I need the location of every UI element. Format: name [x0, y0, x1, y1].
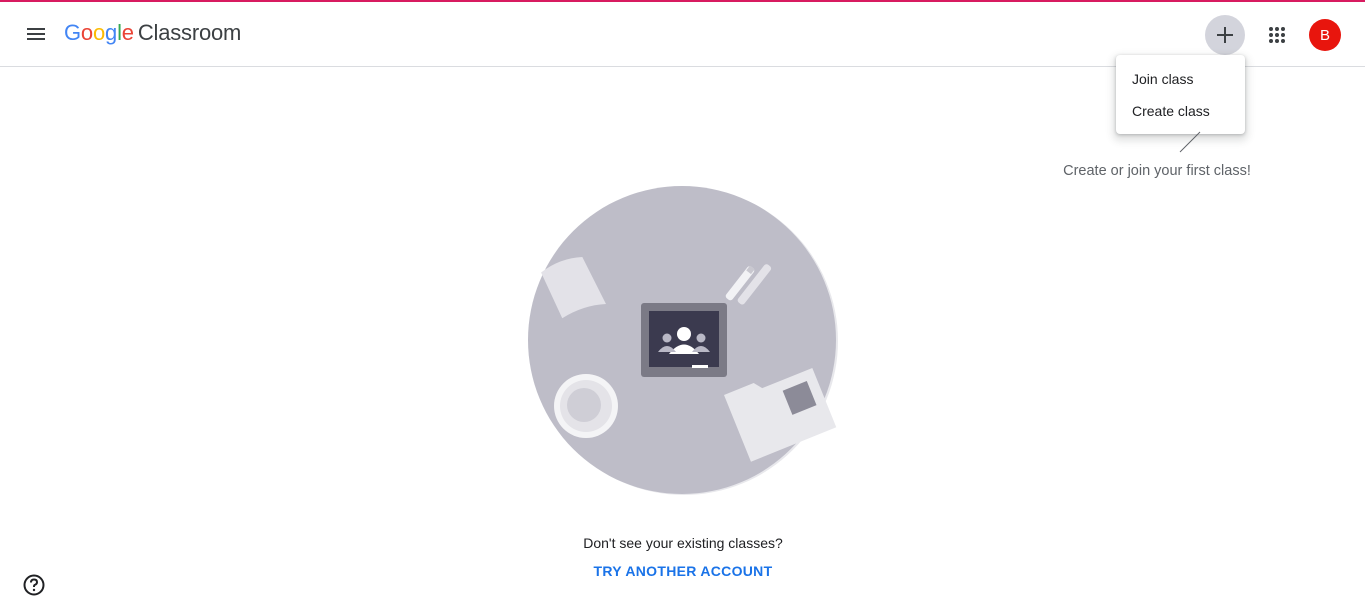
first-class-hint: Create or join your first class!: [1063, 163, 1251, 179]
create-or-join-button[interactable]: [1205, 15, 1245, 55]
logo-letter: o: [92, 20, 106, 45]
account-avatar[interactable]: B: [1309, 19, 1341, 51]
help-circle-icon: [23, 574, 45, 596]
menu-item-join-class[interactable]: Join class: [1116, 63, 1245, 95]
hint-arrow-line: [1179, 131, 1201, 153]
menu-item-create-class[interactable]: Create class: [1116, 95, 1245, 127]
missing-classes-message: Don't see your existing classes?: [583, 535, 783, 551]
apps-grid-icon: [1269, 27, 1285, 43]
coffee-cup: [554, 374, 618, 438]
help-button[interactable]: [22, 573, 46, 597]
product-name: Classroom: [137, 20, 242, 45]
logo-letter: o: [80, 20, 93, 45]
google-classroom-logo[interactable]: Google Classroom: [64, 20, 241, 50]
main-menu-button[interactable]: [16, 14, 56, 54]
logo-letter: e: [121, 20, 134, 45]
try-another-account-link[interactable]: TRY ANOTHER ACCOUNT: [483, 563, 883, 579]
google-apps-button[interactable]: [1257, 15, 1297, 55]
google-wordmark: Google: [64, 20, 134, 46]
hamburger-menu-icon: [27, 28, 45, 40]
logo-letter: g: [105, 20, 118, 45]
create-join-menu: Join class Create class: [1116, 55, 1245, 134]
logo-letter: G: [64, 20, 81, 45]
classroom-desk-illustration: [528, 186, 838, 495]
plus-icon: [1217, 27, 1233, 43]
chalkboard-icon: [641, 303, 727, 377]
